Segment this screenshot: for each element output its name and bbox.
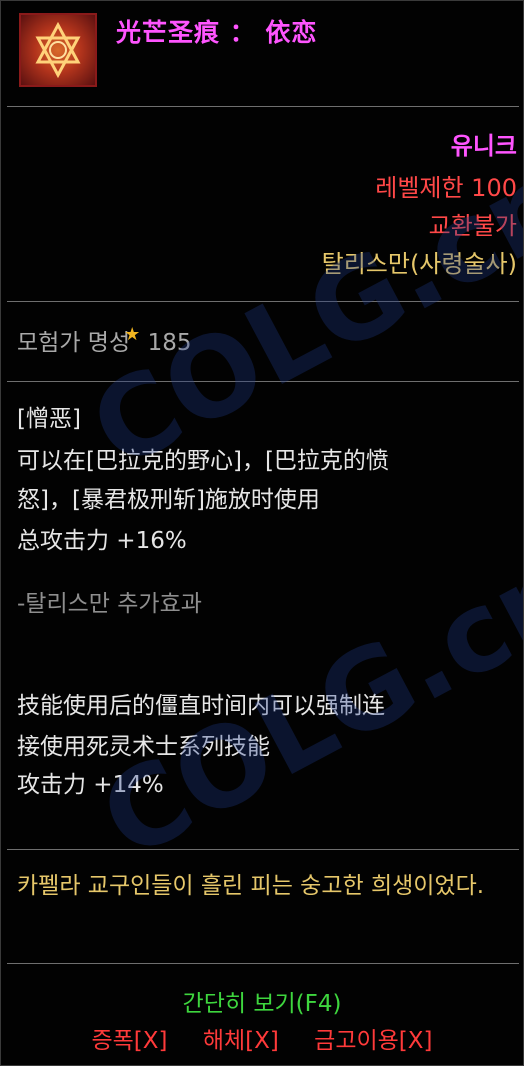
action-row: 증폭[X] 해체[X] 금고이용[X] xyxy=(1,1021,523,1055)
divider xyxy=(7,849,519,850)
divider xyxy=(7,106,519,107)
tooltip-header: 光芒圣痕 ： 依恋 xyxy=(1,1,523,106)
amplify-button[interactable]: 증폭[X] xyxy=(91,1028,167,1054)
disassemble-button[interactable]: 해체[X] xyxy=(203,1028,279,1054)
item-tooltip: 光芒圣痕 ： 依恋 유니크 레벨제한 100 교환불가 탈리스만(사령술사) 모… xyxy=(0,0,524,1066)
item-lore: 카펠라 교구인들이 흘린 피는 숭고한 희생이었다. xyxy=(17,873,485,899)
item-icon xyxy=(19,13,97,87)
skill-name: [憎恶] xyxy=(17,406,81,432)
skill-effect: 总攻击力 +16% xyxy=(17,528,187,554)
item-name: 光芒圣痕 ： 依恋 xyxy=(116,18,318,47)
simple-view-toggle[interactable]: 간단히 보기(F4) xyxy=(1,984,523,1018)
watermark: COLG.cn xyxy=(71,136,524,494)
skill-desc-line: 怒]，[暴君极刑斩]施放时使用 xyxy=(17,487,320,513)
divider xyxy=(7,963,519,964)
talisman-effect-header: -탈리스만 추가효과 xyxy=(17,591,202,617)
star-icon: ★ xyxy=(124,324,141,345)
fame-label: 모험가 명성 xyxy=(17,330,131,356)
storage-button[interactable]: 금고이용[X] xyxy=(314,1028,432,1054)
